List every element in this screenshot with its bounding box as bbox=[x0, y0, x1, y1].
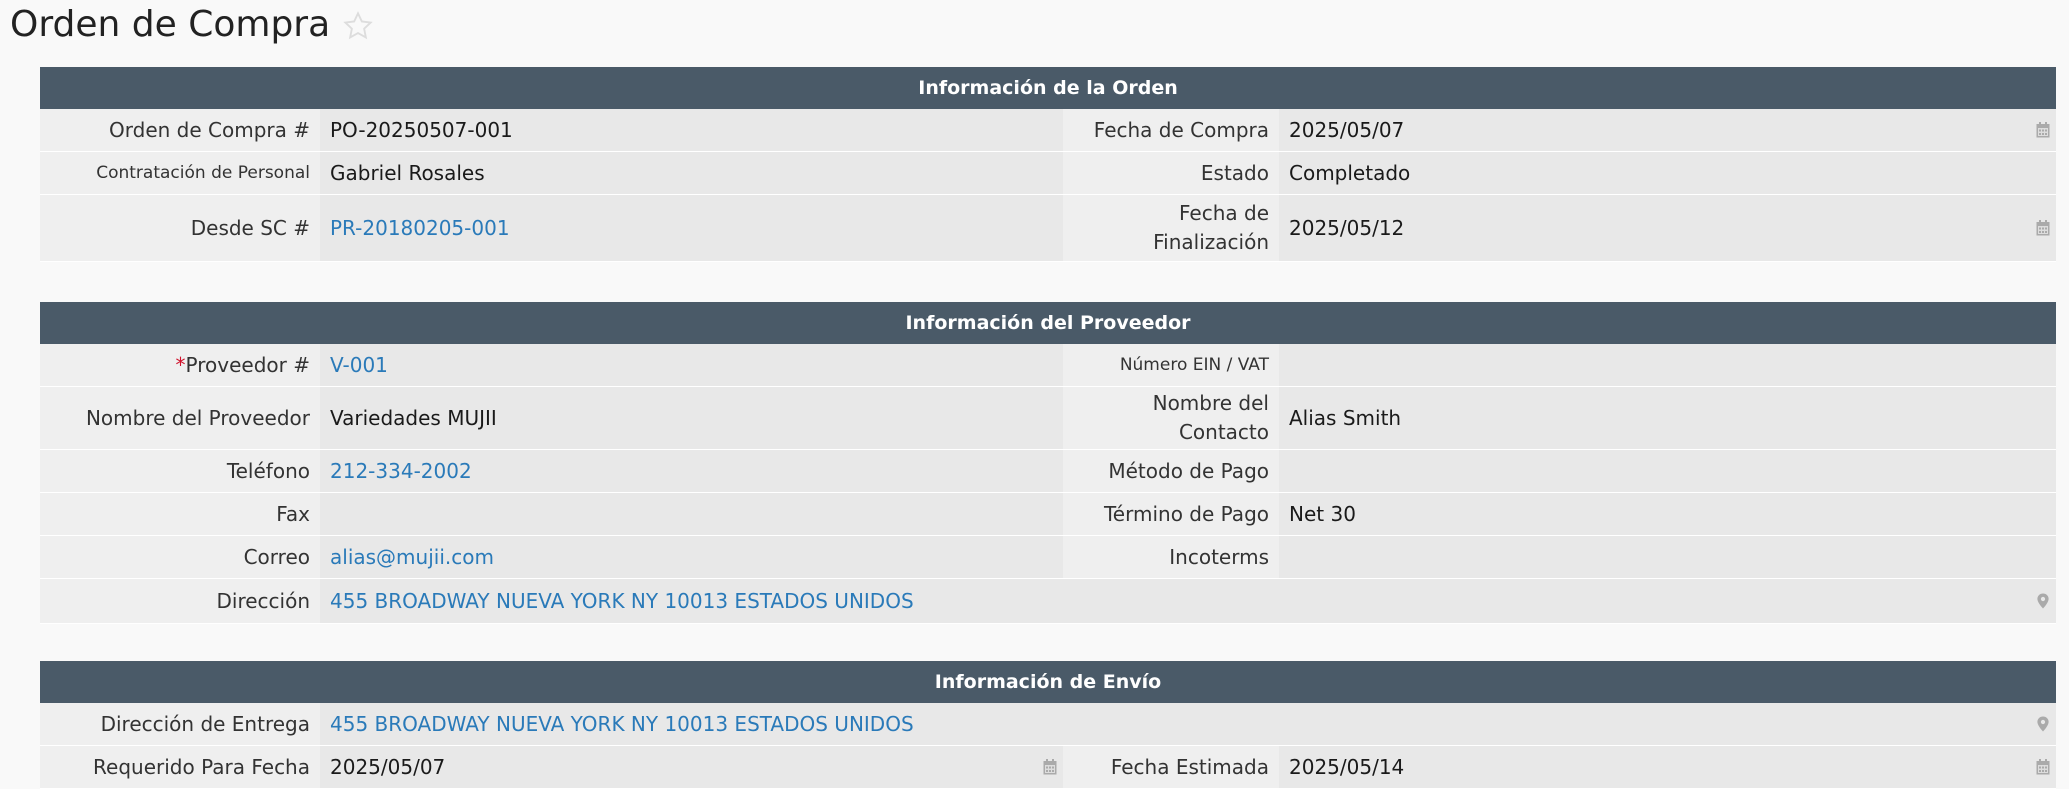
order-info-row-3: Desde SC # PR-20180205-001 Fecha de Fina… bbox=[40, 195, 2056, 262]
calendar-icon[interactable] bbox=[2036, 759, 2050, 775]
vendor-number-value: V-001 bbox=[320, 344, 1063, 386]
from-pr-link[interactable]: PR-20180205-001 bbox=[330, 216, 510, 240]
vendor-info-row-5: Correo alias@mujii.com Incoterms bbox=[40, 536, 2056, 579]
purchase-date-label: Fecha de Compra bbox=[1063, 109, 1279, 151]
contact-name-label: Nombre del Contacto bbox=[1063, 387, 1279, 449]
delivery-address-label: Dirección de Entrega bbox=[40, 703, 320, 745]
vendor-number-label: * Proveedor # bbox=[40, 344, 320, 386]
estimated-date-field[interactable]: 2025/05/14 bbox=[1279, 746, 2056, 788]
from-pr-value: PR-20180205-001 bbox=[320, 195, 1063, 261]
delivery-address-value: 455 BROADWAY NUEVA YORK NY 10013 ESTADOS… bbox=[320, 703, 2056, 745]
star-icon[interactable] bbox=[342, 10, 374, 42]
estimated-date-label: Fecha Estimada bbox=[1063, 746, 1279, 788]
vendor-info-header: Información del Proveedor bbox=[40, 302, 2056, 344]
email-value: alias@mujii.com bbox=[320, 536, 1063, 578]
page-header: Orden de Compra bbox=[10, 0, 374, 48]
status-label: Estado bbox=[1063, 152, 1279, 194]
email-link[interactable]: alias@mujii.com bbox=[330, 545, 494, 569]
address-label: Dirección bbox=[40, 579, 320, 623]
ein-vat-label: Número EIN / VAT bbox=[1063, 344, 1279, 386]
ein-vat-value bbox=[1279, 344, 2056, 386]
po-number-value: PO-20250507-001 bbox=[320, 109, 1063, 151]
vendor-info-row-1: * Proveedor # V-001 Número EIN / VAT bbox=[40, 344, 2056, 387]
fax-label: Fax bbox=[40, 493, 320, 535]
completion-date-label: Fecha de Finalización bbox=[1063, 195, 1279, 261]
fax-value bbox=[320, 493, 1063, 535]
payment-term-label: Término de Pago bbox=[1063, 493, 1279, 535]
shipping-info-section: Información de Envío Dirección de Entreg… bbox=[40, 661, 2056, 789]
address-value: 455 BROADWAY NUEVA YORK NY 10013 ESTADOS… bbox=[320, 579, 2056, 623]
order-info-row-1: Orden de Compra # PO-20250507-001 Fecha … bbox=[40, 109, 2056, 152]
incoterms-label: Incoterms bbox=[1063, 536, 1279, 578]
email-label: Correo bbox=[40, 536, 320, 578]
vendor-info-row-2: Nombre del Proveedor Variedades MUJII No… bbox=[40, 387, 2056, 450]
shipping-info-header: Información de Envío bbox=[40, 661, 2056, 703]
vendor-info-row-3: Teléfono 212-334-2002 Método de Pago bbox=[40, 450, 2056, 493]
order-info-row-2: Contratación de Personal Gabriel Rosales… bbox=[40, 152, 2056, 195]
contact-name-value: Alias Smith bbox=[1279, 387, 2056, 449]
from-pr-label: Desde SC # bbox=[40, 195, 320, 261]
phone-value: 212-334-2002 bbox=[320, 450, 1063, 492]
payment-method-value bbox=[1279, 450, 2056, 492]
status-value: Completado bbox=[1279, 152, 2056, 194]
purchase-date-field[interactable]: 2025/05/07 bbox=[1279, 109, 2056, 151]
calendar-icon[interactable] bbox=[2036, 220, 2050, 236]
estimated-date-value: 2025/05/14 bbox=[1289, 755, 1405, 779]
required-date-label: Requerido Para Fecha bbox=[40, 746, 320, 788]
payment-method-label: Método de Pago bbox=[1063, 450, 1279, 492]
vendor-info-section: Información del Proveedor * Proveedor # V… bbox=[40, 302, 2056, 624]
incoterms-value bbox=[1279, 536, 2056, 578]
completion-date-value: 2025/05/12 bbox=[1289, 216, 1405, 240]
staff-label: Contratación de Personal bbox=[40, 152, 320, 194]
calendar-icon[interactable] bbox=[1043, 759, 1057, 775]
shipping-info-row-1: Dirección de Entrega 455 BROADWAY NUEVA … bbox=[40, 703, 2056, 746]
vendor-info-row-4: Fax Término de Pago Net 30 bbox=[40, 493, 2056, 536]
calendar-icon[interactable] bbox=[2036, 122, 2050, 138]
vendor-info-row-6: Dirección 455 BROADWAY NUEVA YORK NY 100… bbox=[40, 579, 2056, 624]
page-title: Orden de Compra bbox=[10, 3, 331, 45]
po-number-label: Orden de Compra # bbox=[40, 109, 320, 151]
vendor-name-label: Nombre del Proveedor bbox=[40, 387, 320, 449]
vendor-name-value: Variedades MUJII bbox=[320, 387, 1063, 449]
map-pin-icon[interactable] bbox=[2036, 716, 2050, 732]
phone-link[interactable]: 212-334-2002 bbox=[330, 459, 472, 483]
vendor-number-link[interactable]: V-001 bbox=[330, 353, 388, 377]
shipping-info-row-2: Requerido Para Fecha 2025/05/07 Fecha Es… bbox=[40, 746, 2056, 789]
delivery-address-link[interactable]: 455 BROADWAY NUEVA YORK NY 10013 ESTADOS… bbox=[330, 712, 914, 736]
required-date-field[interactable]: 2025/05/07 bbox=[320, 746, 1063, 788]
vendor-number-label-text: Proveedor # bbox=[185, 352, 310, 377]
completion-date-field[interactable]: 2025/05/12 bbox=[1279, 195, 2056, 261]
required-marker: * bbox=[175, 352, 186, 377]
address-link[interactable]: 455 BROADWAY NUEVA YORK NY 10013 ESTADOS… bbox=[330, 589, 914, 613]
map-pin-icon[interactable] bbox=[2036, 593, 2050, 609]
order-info-section: Información de la Orden Orden de Compra … bbox=[40, 67, 2056, 262]
order-info-header: Información de la Orden bbox=[40, 67, 2056, 109]
payment-term-value: Net 30 bbox=[1279, 493, 2056, 535]
phone-label: Teléfono bbox=[40, 450, 320, 492]
purchase-date-value: 2025/05/07 bbox=[1289, 118, 1405, 142]
required-date-value: 2025/05/07 bbox=[330, 755, 446, 779]
staff-value: Gabriel Rosales bbox=[320, 152, 1063, 194]
